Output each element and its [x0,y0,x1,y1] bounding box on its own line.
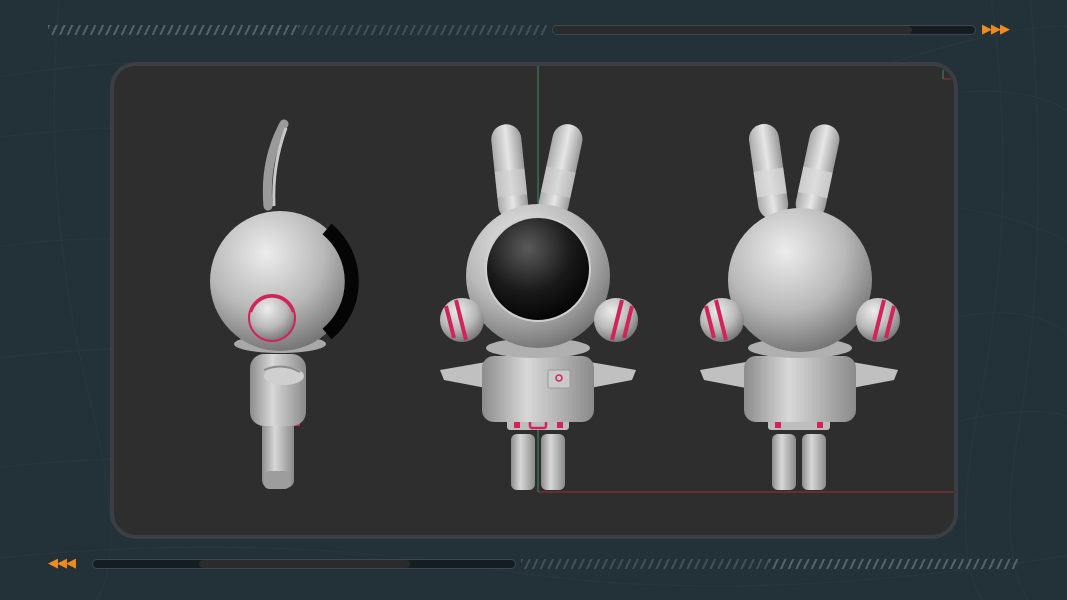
bottom-hatch-left [521,559,769,569]
play-arrows-icon: ▶▶▶ [982,22,1010,37]
top-progress-fill [553,26,912,34]
bottom-hatch-right [769,559,1019,569]
bottom-progress-bar [92,559,516,569]
rewind-arrows-icon: ◀◀◀ [48,556,76,571]
bottom-progress-fill [198,560,410,568]
astronaut-bunny-front-icon [440,124,638,490]
astronaut-bunny-back-icon [700,123,900,490]
top-hatch-left [48,25,298,35]
top-progress-bar [552,25,976,35]
axis-gizmo-icon [942,70,951,80]
top-hatch-right [298,25,548,35]
3d-viewport[interactable] [110,62,958,539]
model-scene [210,66,954,493]
astronaut-bunny-side-icon [210,119,359,489]
